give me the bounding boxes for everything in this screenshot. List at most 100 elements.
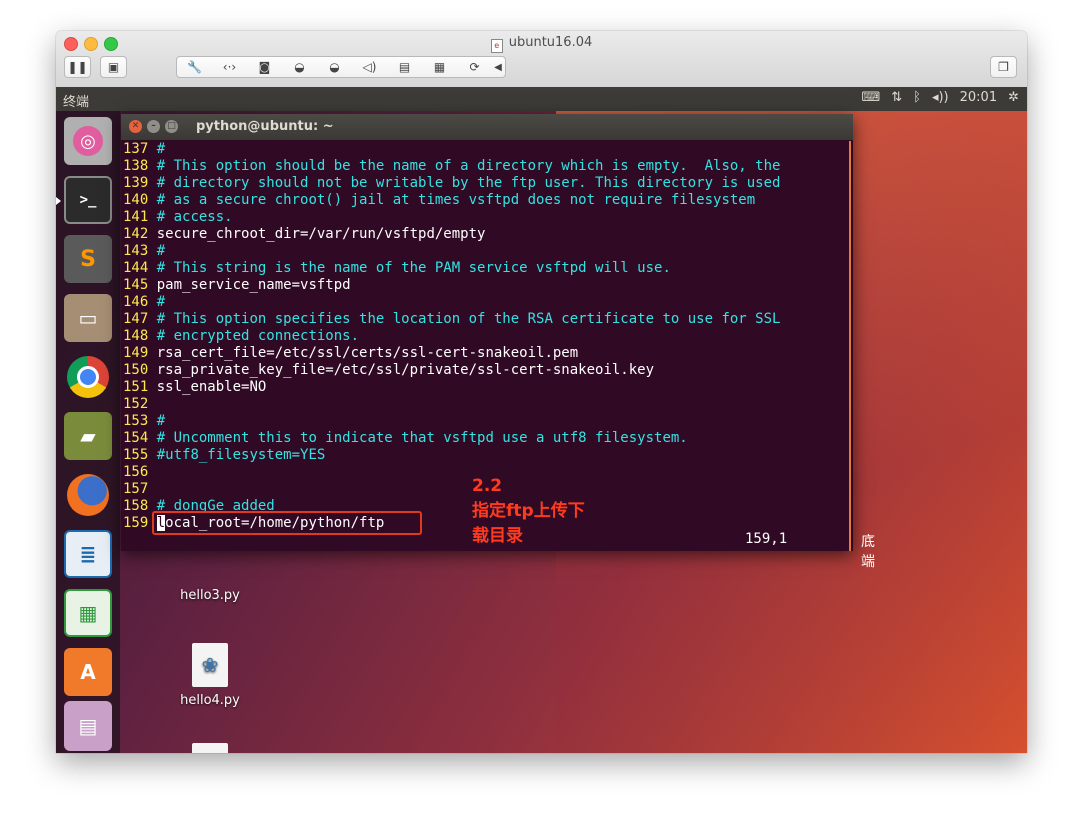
highlight-box (152, 511, 422, 535)
line-number: 154 (123, 430, 149, 446)
chrome-launcher[interactable] (64, 353, 112, 401)
network-icon[interactable]: ‹·› (212, 60, 247, 74)
python-file-icon: ❀ (192, 643, 228, 687)
line-number: 140 (123, 192, 149, 208)
usb-icon[interactable]: ◒ (317, 60, 352, 74)
terminal-line: 155 #utf8_filesystem=YES (123, 447, 851, 464)
terminal-line: 147 # This option specifies the location… (123, 311, 851, 328)
vm-title: e ubuntu16.04 (56, 35, 1027, 53)
line-text: # This option should be the name of a di… (148, 158, 781, 174)
sublime-text-launcher[interactable]: S (64, 235, 112, 283)
disk-icon[interactable]: ◙ (247, 60, 282, 74)
files-launcher[interactable]: ▭ (64, 294, 112, 342)
snapshot-button[interactable]: ▣ (100, 56, 127, 78)
terminal-line: 140 # as a secure chroot() jail at times… (123, 192, 851, 209)
line-number: 144 (123, 260, 149, 276)
vm-titlebar: e ubuntu16.04 ❚❚ ▣ 🔧 ‹·› ◙ ◒ ◒ ◁) ▤ ▦ ⟳ ◀… (56, 31, 1027, 88)
terminal-close-button[interactable]: ✕ (129, 120, 142, 133)
firefox-launcher[interactable] (64, 471, 112, 519)
line-number: 150 (123, 362, 149, 378)
workspace-switcher-launcher[interactable]: ▤ (64, 701, 112, 751)
active-app-name: 终端 (63, 95, 90, 110)
line-number: 157 (123, 481, 149, 497)
ubuntu-top-panel: 终端 ⌨ ⇅ ᛒ ◂)) 20:01 ✲ (56, 87, 1027, 111)
firefox-icon (67, 474, 109, 516)
save-icon[interactable]: ▦ (422, 60, 457, 74)
terminal-line: 149 rsa_cert_file=/etc/ssl/certs/ssl-cer… (123, 345, 851, 362)
line-number: 159 (123, 515, 149, 531)
libreoffice-writer-launcher[interactable]: ≣ (64, 530, 112, 578)
line-text: # access. (148, 209, 233, 225)
workspace-icon: ▤ (78, 714, 98, 738)
line-number: 145 (123, 277, 149, 293)
terminal-line: 153 # (123, 413, 851, 430)
keyboard-icon[interactable]: ⌨ (861, 90, 880, 105)
terminal-line: 144 # This string is the name of the PAM… (123, 260, 851, 277)
volume-icon[interactable]: ◁) (352, 60, 387, 74)
terminal-launcher[interactable]: >_ (64, 176, 112, 224)
line-number: 143 (123, 243, 149, 259)
ubuntu-dash-launcher[interactable]: ◎ (64, 117, 112, 165)
bluetooth-icon[interactable]: ᛒ (913, 90, 921, 105)
desktop-file-hello4[interactable]: ❀ hello4.py (170, 643, 250, 708)
line-text: # (148, 413, 166, 429)
terminal-line: 151 ssl_enable=NO (123, 379, 851, 396)
unity-launcher: ◎ >_ S ▭ ▰ ≣ ▦ A ▤ (56, 111, 120, 753)
desktop-file-python[interactable]: ❀ (170, 743, 250, 753)
line-number: 139 (123, 175, 149, 191)
usb-icon[interactable]: ◒ (282, 60, 317, 74)
clock[interactable]: 20:01 (960, 90, 997, 105)
libreoffice-calc-launcher[interactable]: ▦ (64, 589, 112, 637)
volume-icon[interactable]: ◂)) (932, 90, 949, 105)
ubuntu-logo-icon: ◎ (73, 126, 103, 156)
restore-button[interactable]: ❐ (990, 56, 1017, 78)
refresh-icon[interactable]: ⟳ (457, 60, 492, 74)
line-number: 149 (123, 345, 149, 361)
calc-icon: ▦ (78, 601, 98, 625)
terminal-line: 138 # This option should be the name of … (123, 158, 851, 175)
terminal-maximize-button[interactable]: □ (165, 120, 178, 133)
line-number: 152 (123, 396, 149, 412)
annotation-note: 2.2 指定ftp上传下 载目录 (472, 474, 585, 549)
terminal-line: 152 (123, 396, 851, 413)
cursor-position: 159,1 (745, 531, 788, 547)
terminal-title: python@ubuntu: ~ (196, 119, 334, 134)
book-reader-launcher[interactable]: ▰ (64, 412, 112, 460)
annotation-line: 2.2 (472, 476, 503, 496)
line-number: 138 (123, 158, 149, 174)
arrow-left-icon[interactable]: ◀ (492, 62, 504, 73)
line-number: 148 (123, 328, 149, 344)
desktop-file-hello3[interactable]: hello3.py (170, 582, 250, 603)
terminal-line: 141 # access. (123, 209, 851, 226)
terminal-line: 142 secure_chroot_dir=/var/run/vsftpd/em… (123, 226, 851, 243)
terminal-line: 145 pam_service_name=vsftpd (123, 277, 851, 294)
pause-button[interactable]: ❚❚ (64, 56, 91, 78)
sublime-icon: S (80, 246, 96, 272)
line-text: # encrypted connections. (148, 328, 360, 344)
line-text: secure_chroot_dir=/var/run/vsftpd/empty (148, 226, 486, 242)
wrench-icon[interactable]: 🔧 (177, 60, 212, 74)
terminal-icon: >_ (79, 192, 97, 208)
terminal-line: 139 # directory should not be writable b… (123, 175, 851, 192)
terminal-titlebar[interactable]: ✕ – □ python@ubuntu: ~ (121, 114, 853, 140)
lock-icon[interactable]: ▤ (387, 60, 422, 74)
annotation-line: 指定ftp上传下 (472, 501, 585, 521)
gear-icon[interactable]: ✲ (1008, 90, 1019, 105)
terminal-scrollbar[interactable] (849, 141, 851, 551)
terminal-minimize-button[interactable]: – (147, 120, 160, 133)
line-number: 146 (123, 294, 149, 310)
amazon-launcher[interactable]: A (64, 648, 112, 696)
terminal-line: 143 # (123, 243, 851, 260)
terminal-line: 146 # (123, 294, 851, 311)
file-label: hello4.py (180, 693, 240, 708)
line-text: rsa_private_key_file=/etc/ssl/private/ss… (148, 362, 655, 378)
line-number: 156 (123, 464, 149, 480)
annotation-line: 载目录 (472, 526, 523, 546)
line-number: 158 (123, 498, 149, 514)
document-icon: e (490, 39, 503, 53)
network-arrows-icon[interactable]: ⇅ (891, 90, 902, 105)
line-text: # (148, 294, 166, 310)
line-text: # (148, 243, 166, 259)
line-number: 155 (123, 447, 149, 463)
indicator-area: ⌨ ⇅ ᛒ ◂)) 20:01 ✲ (861, 90, 1019, 105)
